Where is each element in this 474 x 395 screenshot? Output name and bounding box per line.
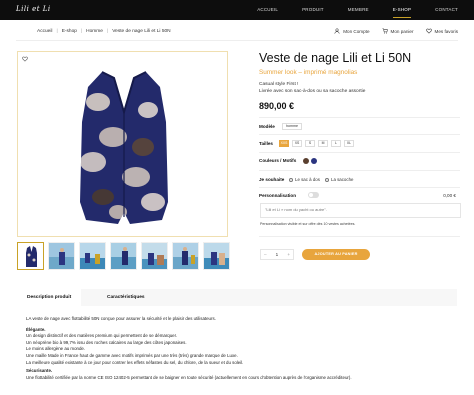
size-s[interactable]: S (305, 140, 315, 147)
brand-logo[interactable]: Lili et Li (16, 5, 51, 13)
model-chip-homme[interactable]: homme (282, 123, 302, 130)
radio-button[interactable] (289, 177, 293, 182)
nav-contact[interactable]: CONTACT (435, 7, 458, 12)
nav-eshop[interactable]: E-SHOP (392, 7, 412, 18)
thumbnail-photo[interactable] (172, 242, 199, 270)
add-to-cart-button[interactable]: AJOUTER AU PANIER (302, 249, 370, 260)
desc-elegance-line: Un néoprène bio à 99,7% issu des roches … (26, 339, 187, 345)
thumbnail-photo[interactable] (79, 242, 106, 270)
breadcrumb: Accueil | E-shop | Homme | Veste de nage… (37, 29, 171, 34)
product-desc-line2: Livrée avec son sac-à-dos ou sa sacoche … (259, 89, 366, 94)
size-xs[interactable]: XS (292, 140, 302, 147)
product-main-image[interactable] (17, 51, 228, 237)
product-title: Veste de nage Lili et Li 50N (259, 51, 412, 65)
perso-note: Personnalisation visible et sur offre dè… (260, 222, 356, 226)
vest-image (80, 71, 168, 224)
qty-decrease-button[interactable]: – (264, 252, 267, 257)
desc-elegance-line: Un design distinctif et des matières pre… (26, 333, 178, 339)
top-navbar: Lili et Li ACCUEIL PRODUIT MEMBRE E-SHOP… (0, 0, 474, 20)
option-divider (259, 170, 460, 171)
size-l[interactable]: L (331, 140, 341, 147)
breadcrumb-homme[interactable]: Homme (86, 29, 103, 34)
breadcrumb-separator: | (80, 29, 83, 34)
desc-elegance-line: Une maille Made in France haut de gamme … (26, 352, 238, 358)
size-xl[interactable]: XL (344, 140, 354, 147)
tab-characteristics[interactable]: Caractéristiques (107, 295, 145, 300)
option-divider (259, 117, 460, 118)
user-icon (334, 28, 340, 34)
wish-option-backpack[interactable]: Le sac à dos (289, 177, 320, 182)
option-divider (259, 187, 460, 188)
nav-accueil[interactable]: ACCUEIL (257, 7, 278, 12)
personalisation-text-field[interactable] (260, 203, 461, 218)
wish-label: Je souhaite (259, 177, 285, 182)
account-links: Mon Compte Mon panier Mes favoris (334, 28, 458, 34)
my-account-label: Mon Compte (343, 28, 370, 34)
main-nav: ACCUEIL PRODUIT MEMBRE E-SHOP CONTACT (233, 7, 458, 18)
product-price: 890,00 € (259, 101, 295, 111)
heart-icon (425, 28, 432, 34)
thumbnail-photo[interactable] (203, 242, 230, 270)
thumbnail-strip (17, 242, 230, 270)
cart-icon (381, 28, 388, 34)
product-tabs (17, 289, 457, 306)
thumbnail-photo[interactable] (141, 242, 168, 270)
perso-label: Personnalisation (259, 193, 297, 198)
product-desc-line1: Casual style First ! (259, 82, 299, 87)
nav-produit[interactable]: PRODUIT (302, 7, 324, 12)
wish-option-satchel[interactable]: La sacoche (325, 177, 353, 182)
breadcrumb-accueil[interactable]: Accueil (37, 29, 52, 34)
nav-membre[interactable]: MEMBRE (348, 7, 369, 12)
my-favorites-link[interactable]: Mes favoris (425, 28, 459, 34)
wish-option-satchel-label: La sacoche (331, 177, 354, 182)
my-cart-label: Mon panier (390, 28, 414, 34)
my-favorites-label: Mes favoris (434, 28, 459, 34)
thumbnail-vest[interactable] (17, 242, 44, 270)
option-divider (259, 236, 460, 237)
desc-security-line: Une flottabilité certifiée par la norme … (26, 374, 352, 380)
radio-button[interactable] (325, 177, 329, 182)
breadcrumb-eshop[interactable]: E-shop (62, 29, 77, 34)
desc-intro: LA veste de nage avec flottabilité 50N c… (26, 316, 216, 321)
color-swatch-navy[interactable] (311, 158, 317, 164)
desc-elegance-line: La meilleure qualité existante à ce jour… (26, 359, 244, 365)
colors-label: Couleurs / Motifs (259, 158, 297, 163)
color-swatch-brown[interactable] (303, 158, 309, 164)
breadcrumb-separator: | (56, 29, 58, 34)
desc-elegance-title: Élégante. (26, 326, 46, 332)
thumbnail-photo[interactable] (48, 242, 75, 270)
desc-security-title: Sécurisante. (26, 368, 53, 374)
quantity-stepper[interactable]: – 1 + (260, 249, 294, 260)
option-divider (259, 152, 460, 153)
product-subtitle: Summer look – imprimé magnolias (259, 69, 358, 76)
qty-value[interactable]: 1 (276, 252, 279, 257)
breadcrumb-separator: | (106, 29, 109, 34)
personalisation-toggle[interactable] (308, 192, 319, 198)
option-divider (259, 134, 460, 135)
my-cart-link[interactable]: Mon panier (381, 28, 414, 34)
size-m[interactable]: M (318, 140, 328, 147)
model-label: Modèle (259, 124, 275, 129)
wish-option-backpack-label: Le sac à dos (295, 177, 320, 182)
my-account-link[interactable]: Mon Compte (334, 28, 370, 34)
size-xxs[interactable]: XXS (279, 140, 289, 147)
heart-icon[interactable] (22, 56, 28, 62)
tab-description[interactable]: Description produit (27, 295, 71, 300)
breadcrumb-current: Veste de nage Lili et Li 50N (112, 29, 171, 34)
sizes-label: Tailles (259, 141, 273, 146)
perso-price: 0,00 € (443, 193, 456, 198)
product-description: LA veste de nage avec flottabilité 50N c… (26, 316, 456, 381)
qty-increase-button[interactable]: + (287, 252, 290, 257)
header-divider (16, 40, 458, 41)
desc-elegance-line: Le moins allergène au monde. (26, 346, 86, 352)
thumbnail-photo[interactable] (110, 242, 137, 270)
